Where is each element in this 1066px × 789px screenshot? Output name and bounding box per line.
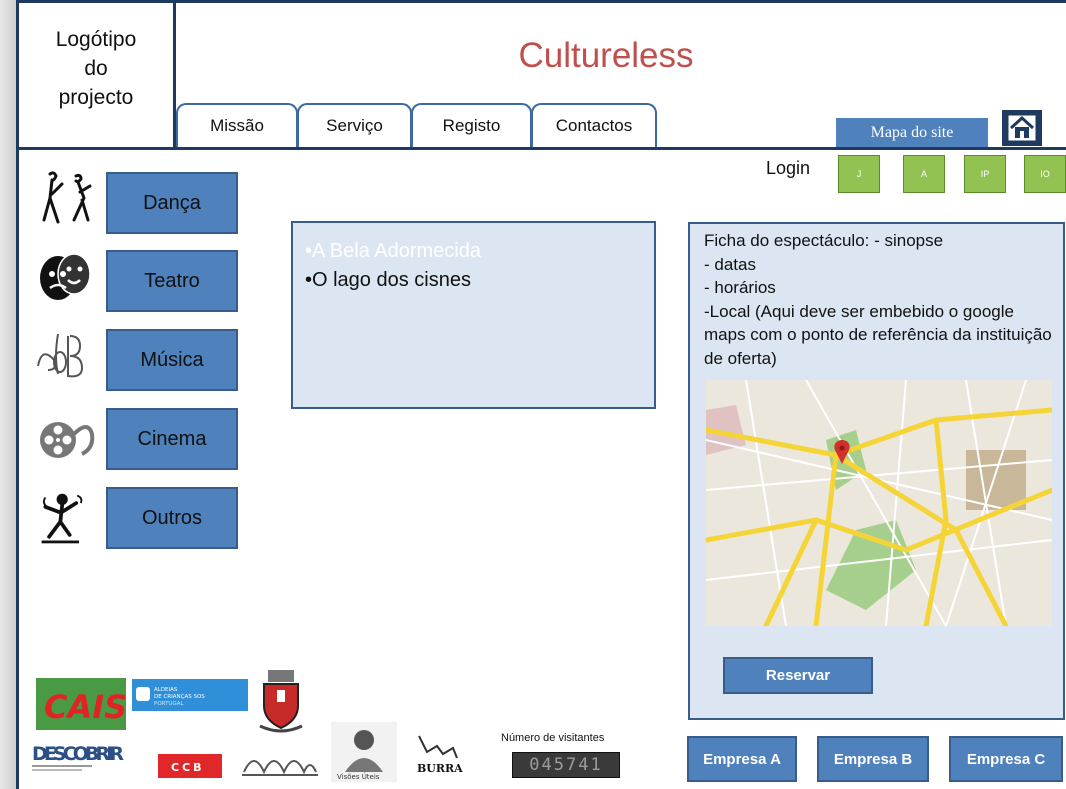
site-title: Cultureless bbox=[518, 36, 694, 75]
svg-text:PORTUGAL: PORTUGAL bbox=[154, 701, 184, 707]
detail-line: - datas bbox=[704, 254, 756, 274]
login-button-a[interactable]: A bbox=[903, 155, 945, 193]
category-label: Teatro bbox=[144, 269, 200, 292]
theatre-masks-icon bbox=[40, 253, 91, 300]
descobrir-logo: DESCOBRIR bbox=[32, 738, 126, 774]
detail-line: - horários bbox=[704, 278, 776, 297]
performer-icon bbox=[41, 493, 83, 544]
login-label: Login bbox=[766, 158, 811, 178]
category-teatro-button[interactable]: Teatro bbox=[106, 250, 238, 312]
burra-logo-graphic: BURRA bbox=[417, 735, 463, 775]
company-c-button[interactable]: Empresa C bbox=[949, 736, 1063, 782]
login-button-label: J bbox=[856, 169, 862, 179]
header-divider bbox=[19, 147, 1066, 150]
gnad-logo bbox=[240, 748, 320, 778]
login-button-label: A bbox=[920, 169, 927, 179]
reserve-label: Reservar bbox=[765, 667, 831, 684]
visoes-uteis-graphic: Visões Úteis bbox=[331, 722, 397, 782]
sitemap-button[interactable]: Mapa do site bbox=[836, 118, 988, 147]
home-button[interactable] bbox=[1002, 110, 1042, 146]
company-b-button[interactable]: Empresa B bbox=[817, 736, 929, 782]
login-button-j[interactable]: J bbox=[838, 155, 880, 193]
company-a-button[interactable]: Empresa A bbox=[687, 736, 797, 782]
category-label: Outros bbox=[141, 506, 203, 529]
home-icon bbox=[1007, 114, 1037, 142]
svg-text:CAIS: CAIS bbox=[44, 688, 126, 726]
svg-text:DE CRIANÇAS SOS: DE CRIANÇAS SOS bbox=[154, 694, 205, 700]
category-label: Dança bbox=[143, 191, 201, 214]
map-graphic bbox=[706, 380, 1052, 626]
tab-label: Missão bbox=[210, 116, 264, 135]
cais-logo: CAIS bbox=[36, 678, 127, 730]
login-button-label: IP bbox=[980, 169, 990, 179]
window-shadow bbox=[0, 0, 16, 789]
embedded-map[interactable] bbox=[706, 380, 1052, 626]
tab-label: Contactos bbox=[555, 116, 633, 135]
category-cinema-button[interactable]: Cinema bbox=[106, 408, 238, 470]
show-detail-text: Ficha do espectáculo: - sinopse - datas … bbox=[704, 229, 1054, 370]
detail-line: -Local (Aqui deve ser embebido o google … bbox=[704, 301, 1052, 368]
category-musica-button[interactable]: Música bbox=[106, 329, 238, 391]
tab-label: Serviço bbox=[326, 116, 383, 135]
category-outros-button[interactable]: Outros bbox=[106, 487, 238, 549]
login-button-io[interactable]: IO bbox=[1024, 155, 1066, 193]
dancers-icon bbox=[42, 171, 92, 224]
film-reel-icon bbox=[40, 422, 95, 458]
svg-text:Visões Úteis: Visões Úteis bbox=[337, 772, 380, 781]
coat-of-arms-graphic bbox=[259, 670, 303, 733]
show-item-bela-adormecida[interactable]: •A Bela Adormecida bbox=[305, 237, 642, 266]
svg-text:CCB: CCB bbox=[171, 761, 205, 774]
company-label: Empresa B bbox=[833, 750, 913, 768]
project-logo-text: Logótipo do projecto bbox=[55, 28, 137, 109]
login-button-ip[interactable]: IP bbox=[964, 155, 1006, 193]
descobrir-logo-graphic: DESCOBRIR bbox=[32, 743, 124, 771]
tab-label: Registo bbox=[442, 116, 501, 135]
coat-of-arms-logo bbox=[256, 668, 306, 734]
sos-logo: ALDEIAS DE CRIANÇAS SOS PORTUGAL bbox=[132, 679, 248, 711]
sitemap-label: Mapa do site bbox=[870, 123, 954, 141]
category-label: Música bbox=[140, 348, 204, 371]
burra-logo: BURRA bbox=[411, 730, 463, 778]
visitors-label: Número de visitantes bbox=[501, 732, 605, 744]
svg-text:DESCOBRIR: DESCOBRIR bbox=[32, 743, 124, 765]
project-logo[interactable]: Logótipo do projecto bbox=[19, 3, 176, 147]
tab-missao[interactable]: Missão bbox=[176, 103, 298, 147]
music-icon bbox=[37, 333, 84, 378]
svg-text:ALDEIAS: ALDEIAS bbox=[154, 687, 178, 693]
show-item-lago-cisnes[interactable]: •O lago dos cisnes bbox=[305, 266, 642, 295]
category-danca-button[interactable]: Dança bbox=[106, 172, 238, 234]
login-button-label: IO bbox=[1040, 169, 1050, 179]
company-label: Empresa A bbox=[703, 750, 781, 768]
company-label: Empresa C bbox=[966, 750, 1046, 768]
visoes-uteis-logo: Visões Úteis bbox=[331, 722, 397, 782]
reserve-button[interactable]: Reservar bbox=[723, 657, 873, 694]
tab-servico[interactable]: Serviço bbox=[297, 103, 412, 147]
ccb-logo-graphic: CCB bbox=[171, 761, 205, 774]
tab-registo[interactable]: Registo bbox=[411, 103, 532, 147]
sos-logo-graphic: ALDEIAS DE CRIANÇAS SOS PORTUGAL bbox=[136, 687, 205, 707]
tab-contactos[interactable]: Contactos bbox=[531, 103, 657, 147]
cais-logo-graphic: CAIS bbox=[44, 688, 127, 726]
visitors-counter: 045741 bbox=[512, 752, 620, 778]
category-label: Cinema bbox=[137, 427, 207, 450]
show-list: •A Bela Adormecida •O lago dos cisnes bbox=[291, 221, 656, 409]
detail-line: Ficha do espectáculo: - sinopse bbox=[704, 231, 944, 250]
ccb-logo: CCB bbox=[158, 754, 222, 778]
svg-text:BURRA: BURRA bbox=[417, 762, 463, 775]
gnad-logo-graphic bbox=[242, 760, 318, 776]
